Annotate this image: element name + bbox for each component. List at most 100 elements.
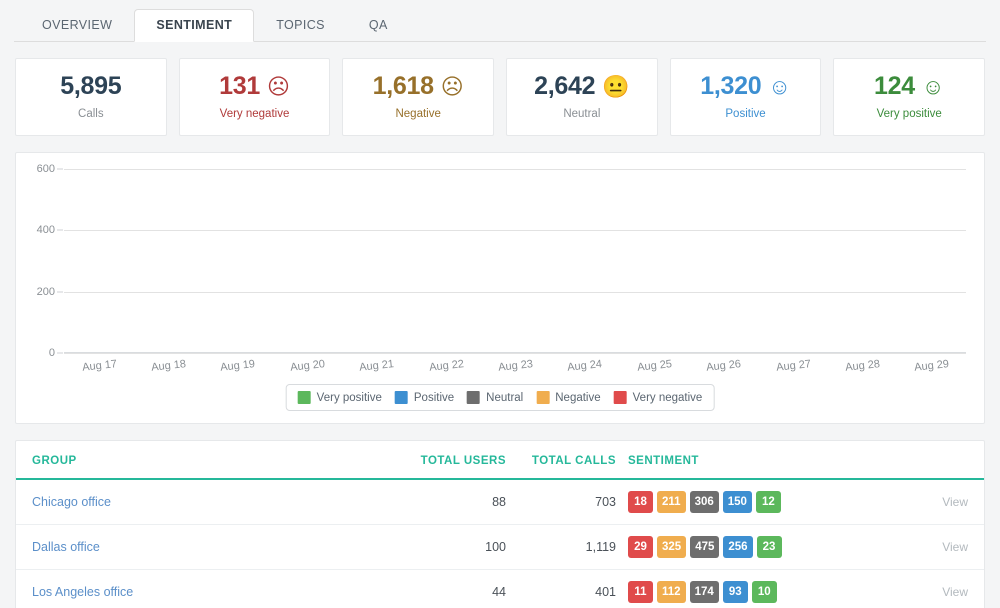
table-header-total-calls[interactable]: TOTAL CALLS (506, 441, 616, 480)
cell-actions: View (904, 569, 984, 608)
sentiment-badge[interactable]: 29 (628, 536, 653, 558)
table-row: Chicago office 88 703 18 211 306 150 12 View (16, 479, 984, 525)
chart-bar-slot: Aug 21 (342, 169, 411, 374)
chart-bar-slot: Aug 19 (203, 169, 272, 374)
sentiment-badge[interactable]: 306 (689, 491, 719, 513)
chart-bar-slot: Aug 23 (480, 169, 549, 374)
x-axis-tick-label: Aug 17 (81, 358, 118, 374)
table-row: Los Angeles office 44 401 11 112 174 93 10 View (16, 569, 984, 608)
y-axis-tick-label: 0 (48, 347, 55, 359)
x-axis-tick-label: Aug 22 (428, 358, 465, 374)
kpi-card-positive[interactable]: 1,320 ☺ Positive (669, 58, 822, 136)
chart-gridline (64, 169, 966, 170)
legend-item-positive[interactable]: Positive (394, 391, 454, 404)
kpi-face-icon: 😐 (602, 73, 630, 99)
sentiment-badge-group: 11 112 174 93 10 (628, 581, 904, 603)
table-header-actions[interactable] (904, 441, 984, 480)
kpi-value: 5,895 (60, 72, 122, 100)
sentiment-chart-panel: Aug 17 Aug 18 Aug 19 Aug 20 Aug 21 Aug 22 Aug … (15, 152, 985, 424)
chart-gridline (64, 291, 966, 293)
legend-swatch-icon (613, 391, 627, 404)
cell-total-calls: 703 (506, 479, 616, 525)
y-axis-tick-label: 400 (36, 224, 55, 237)
sentiment-badge[interactable]: 325 (657, 536, 687, 558)
legend-label: Neutral (486, 391, 524, 404)
x-axis-tick-label: Aug 26 (705, 358, 742, 374)
sentiment-badge[interactable]: 10 (751, 581, 777, 603)
kpi-value: 1,320 (700, 72, 762, 100)
legend-item-neutral[interactable]: Neutral (467, 391, 523, 404)
cell-total-users: 100 (316, 524, 506, 570)
kpi-main: 2,642 😐 (534, 74, 629, 99)
kpi-main: 5,895 (60, 74, 121, 99)
kpi-face-icon: ☺ (921, 73, 945, 99)
x-axis-tick-label: Aug 21 (358, 358, 395, 374)
kpi-label: Positive (725, 108, 766, 120)
view-link[interactable]: View (942, 585, 968, 599)
group-link[interactable]: Los Angeles office (32, 585, 133, 599)
sentiment-badge-group: 18 211 306 150 12 (628, 491, 904, 513)
tab-topics[interactable]: TOPICS (254, 9, 347, 42)
sentiment-badge[interactable]: 12 (755, 491, 781, 513)
kpi-card-very-positive[interactable]: 124 ☺ Very positive (833, 58, 986, 136)
cell-group: Dallas office (16, 524, 316, 570)
kpi-main: 1,320 ☺ (700, 74, 791, 99)
chart-bar-slot: Aug 18 (133, 169, 202, 374)
legend-item-very-negative[interactable]: Very negative (613, 391, 702, 404)
sentiment-badge[interactable]: 23 (756, 536, 782, 558)
sentiment-badge[interactable]: 18 (628, 491, 653, 513)
cell-total-users: 88 (316, 479, 506, 525)
group-link[interactable]: Dallas office (32, 540, 100, 554)
group-link[interactable]: Chicago office (32, 495, 111, 509)
tab-overview[interactable]: OVERVIEW (20, 9, 134, 42)
kpi-label: Negative (395, 108, 441, 120)
chart-bar-slot: Aug 29 (897, 169, 966, 374)
sentiment-badge[interactable]: 11 (628, 581, 653, 603)
table-body: Chicago office 88 703 18 211 306 150 12 View Dall… (16, 479, 984, 608)
kpi-face-icon: ☹ (266, 73, 290, 99)
chart-bar-slot: Aug 28 (827, 169, 896, 374)
sentiment-badge[interactable]: 93 (722, 581, 748, 603)
kpi-value: 1,618 (372, 72, 434, 100)
kpi-main: 124 ☺ (874, 74, 944, 99)
kpi-card-calls[interactable]: 5,895 Calls (15, 58, 167, 136)
tab-sentiment[interactable]: SENTIMENT (134, 9, 255, 42)
chart-plot: Aug 17 Aug 18 Aug 19 Aug 20 Aug 21 Aug 22 Aug … (37, 163, 966, 374)
view-link[interactable]: View (942, 495, 968, 509)
kpi-card-negative[interactable]: 1,618 ☹ Negative (342, 58, 495, 136)
x-axis-tick-label: Aug 20 (289, 358, 326, 374)
sentiment-badge[interactable]: 174 (689, 581, 719, 603)
kpi-label: Neutral (563, 108, 601, 120)
sentiment-badge[interactable]: 112 (657, 581, 686, 603)
sentiment-badge[interactable]: 150 (722, 491, 752, 513)
y-axis-tick-label: 200 (36, 285, 55, 298)
sentiment-badge[interactable]: 256 (723, 536, 753, 558)
y-axis-tick-mark (57, 168, 63, 170)
cell-sentiment: 29 325 475 256 23 (616, 524, 904, 570)
cell-sentiment: 18 211 306 150 12 (616, 479, 904, 525)
x-axis-tick-label: Aug 24 (567, 358, 604, 374)
legend-item-negative[interactable]: Negative (536, 391, 601, 404)
chart-bar-slot: Aug 24 (550, 169, 619, 374)
table-header-total-users[interactable]: TOTAL USERS (316, 441, 506, 480)
kpi-face-icon: ☺ (768, 73, 791, 99)
x-axis-tick-label: Aug 29 (914, 358, 950, 374)
legend-item-very-positive[interactable]: Very positive (297, 391, 382, 404)
table-row: Dallas office 100 1,119 29 325 475 256 23 View (16, 524, 984, 570)
cell-total-calls: 1,119 (506, 524, 616, 570)
groups-table-panel: GROUP TOTAL USERS TOTAL CALLS SENTIMENT Chi… (15, 440, 985, 608)
table-head: GROUP TOTAL USERS TOTAL CALLS SENTIMENT (16, 441, 984, 480)
x-axis-tick-label: Aug 18 (150, 358, 187, 374)
kpi-label: Very positive (876, 108, 942, 120)
sentiment-badge[interactable]: 475 (690, 536, 720, 558)
kpi-card-very-negative[interactable]: 131 ☹ Very negative (178, 58, 331, 136)
tab-qa[interactable]: QA (347, 9, 410, 42)
kpi-label: Very negative (219, 108, 290, 120)
view-link[interactable]: View (942, 540, 968, 554)
kpi-card-neutral[interactable]: 2,642 😐 Neutral (506, 58, 658, 136)
table-header-group[interactable]: GROUP (16, 441, 316, 480)
sentiment-badge[interactable]: 211 (657, 491, 686, 513)
table-header-sentiment[interactable]: SENTIMENT (616, 441, 904, 480)
kpi-label: Calls (78, 108, 104, 120)
sentiment-badge-group: 29 325 475 256 23 (628, 536, 904, 558)
